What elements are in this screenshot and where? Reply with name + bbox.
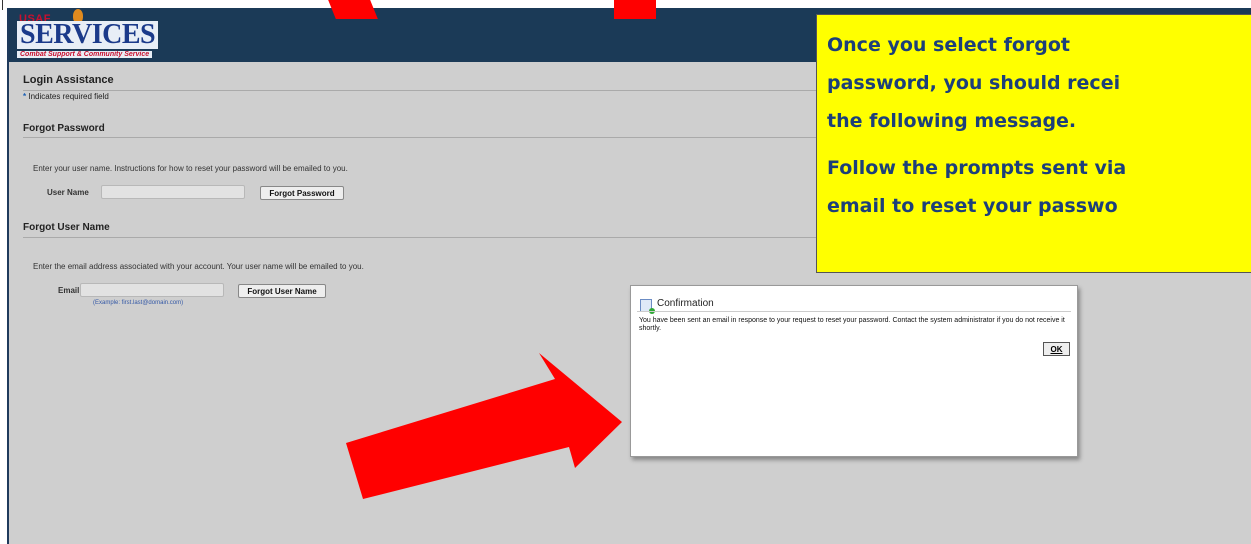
annotation-layer (346, 353, 622, 499)
red-arrow-icon (346, 353, 622, 499)
